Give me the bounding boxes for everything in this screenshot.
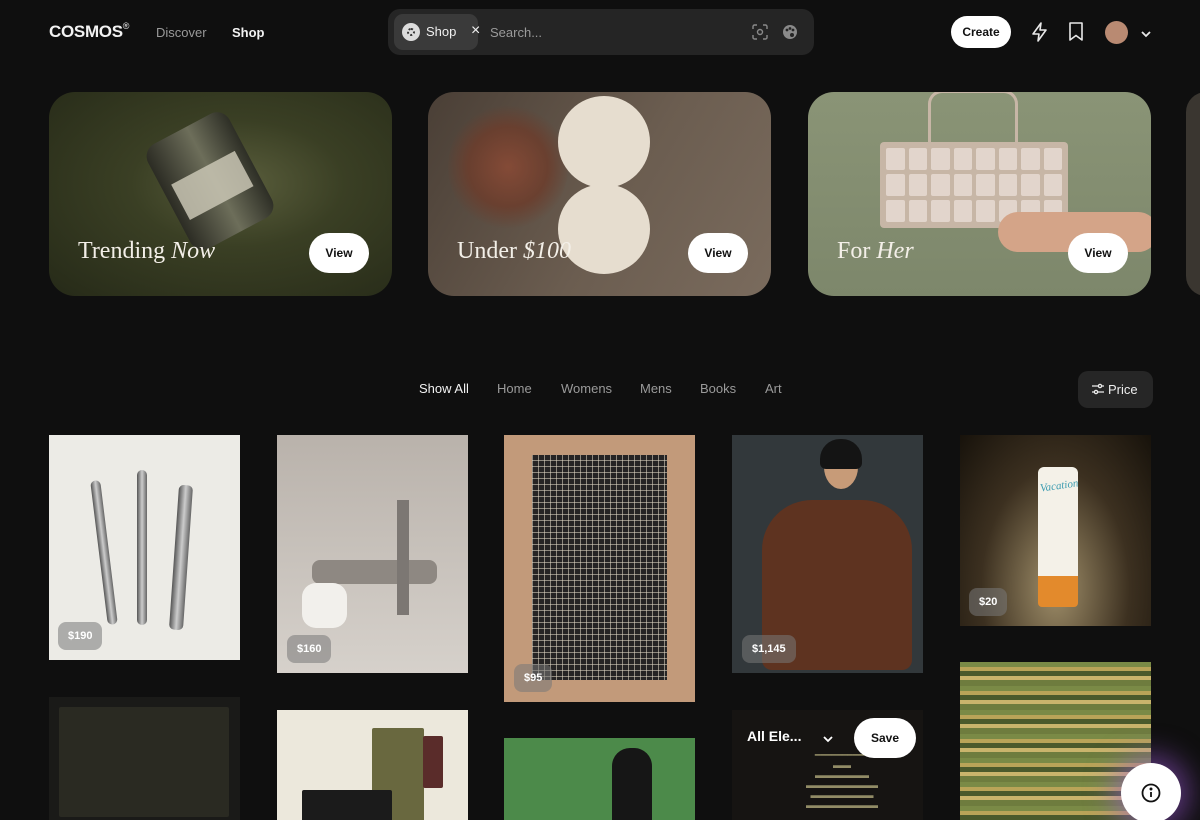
cosmos-logo[interactable]: COSMOS®: [49, 21, 130, 42]
filter-home[interactable]: Home: [497, 381, 532, 396]
flower-image: [448, 102, 568, 232]
shop-filter-chip[interactable]: Shop ×: [394, 14, 480, 50]
woven-rug-image: [532, 455, 667, 680]
filter-show-all[interactable]: Show All: [419, 381, 469, 396]
save-button[interactable]: Save: [854, 718, 916, 758]
logo-text: COSMOS: [49, 22, 123, 41]
save-overlay: All Ele... Save: [732, 710, 923, 766]
bookmark-icon[interactable]: [1068, 22, 1084, 47]
chevron-down-icon[interactable]: [822, 731, 834, 749]
lens-search-icon[interactable]: [750, 22, 770, 42]
filter-mens[interactable]: Mens: [640, 381, 672, 396]
view-button[interactable]: View: [1068, 233, 1128, 273]
candle-jar-image: [141, 107, 279, 255]
product-sunscreen[interactable]: Vacation $20: [960, 435, 1151, 626]
price-filter-button[interactable]: Price: [1078, 371, 1153, 408]
search-bar[interactable]: Shop ×: [388, 9, 814, 55]
model-hair: [820, 439, 862, 469]
white-stone: [302, 583, 347, 628]
model-figure: [612, 748, 652, 820]
logo-mark: ®: [122, 21, 130, 31]
product-abstract-art[interactable]: [277, 710, 468, 820]
product-coat[interactable]: $1,145: [732, 435, 923, 673]
brush-stroke: [302, 790, 392, 820]
knife-image: [137, 470, 147, 625]
info-button[interactable]: [1121, 763, 1181, 820]
hero-title: For Her: [837, 238, 914, 264]
bolt-icon[interactable]: [1031, 22, 1049, 47]
view-button[interactable]: View: [309, 233, 369, 273]
hero-card-for-her[interactable]: For Her View: [808, 92, 1151, 296]
search-input[interactable]: [490, 21, 730, 43]
painting-image: [59, 707, 229, 817]
price-tag: $190: [58, 622, 103, 650]
hero-title: Trending Now: [78, 238, 216, 264]
filter-books[interactable]: Books: [700, 381, 736, 396]
top-header: COSMOS® Discover Shop Shop × Create: [0, 0, 1200, 64]
hero-card-trending[interactable]: Trending Now View: [49, 92, 392, 296]
collection-select[interactable]: All Ele...: [747, 728, 801, 744]
fork-image: [90, 479, 118, 626]
brush-stroke: [423, 736, 443, 788]
sculpture-tray: [312, 560, 437, 584]
sculpture-image: [558, 96, 650, 188]
close-icon[interactable]: ×: [471, 23, 480, 39]
product-dress[interactable]: [504, 738, 695, 820]
sliders-icon: [1092, 383, 1104, 398]
filter-womens[interactable]: Womens: [561, 381, 612, 396]
filter-art[interactable]: Art: [765, 381, 782, 396]
info-icon: [1141, 783, 1161, 803]
price-filter-label: Price: [1108, 382, 1138, 397]
create-button[interactable]: Create: [951, 16, 1011, 48]
hero-card-partial[interactable]: [1186, 92, 1200, 296]
product-cutlery[interactable]: $190: [49, 435, 240, 660]
price-tag: $20: [969, 588, 1008, 616]
hero-title: Under $100: [457, 238, 571, 264]
price-tag: $1,145: [742, 635, 796, 663]
shop-chip-label: Shop: [426, 24, 457, 39]
price-tag: $95: [514, 664, 553, 692]
hero-card-under-100[interactable]: Under $100 View: [428, 92, 771, 296]
view-button[interactable]: View: [688, 233, 748, 273]
shop-chip-icon: [402, 23, 420, 41]
product-sculpture[interactable]: $160: [277, 435, 468, 673]
nav-shop[interactable]: Shop: [232, 25, 265, 40]
nav-discover[interactable]: Discover: [156, 25, 207, 40]
price-tag: $160: [287, 635, 332, 663]
category-filters: Show All Home Womens Mens Books Art: [0, 381, 1200, 401]
palette-icon[interactable]: [780, 22, 800, 42]
product-rug[interactable]: $95: [504, 435, 695, 702]
product-dark-painting[interactable]: [49, 697, 240, 820]
chevron-down-icon[interactable]: [1140, 26, 1152, 44]
sculpture-base: [558, 184, 650, 274]
metal-post: [397, 500, 409, 615]
spoon-image: [168, 484, 194, 631]
avatar[interactable]: [1105, 21, 1128, 44]
